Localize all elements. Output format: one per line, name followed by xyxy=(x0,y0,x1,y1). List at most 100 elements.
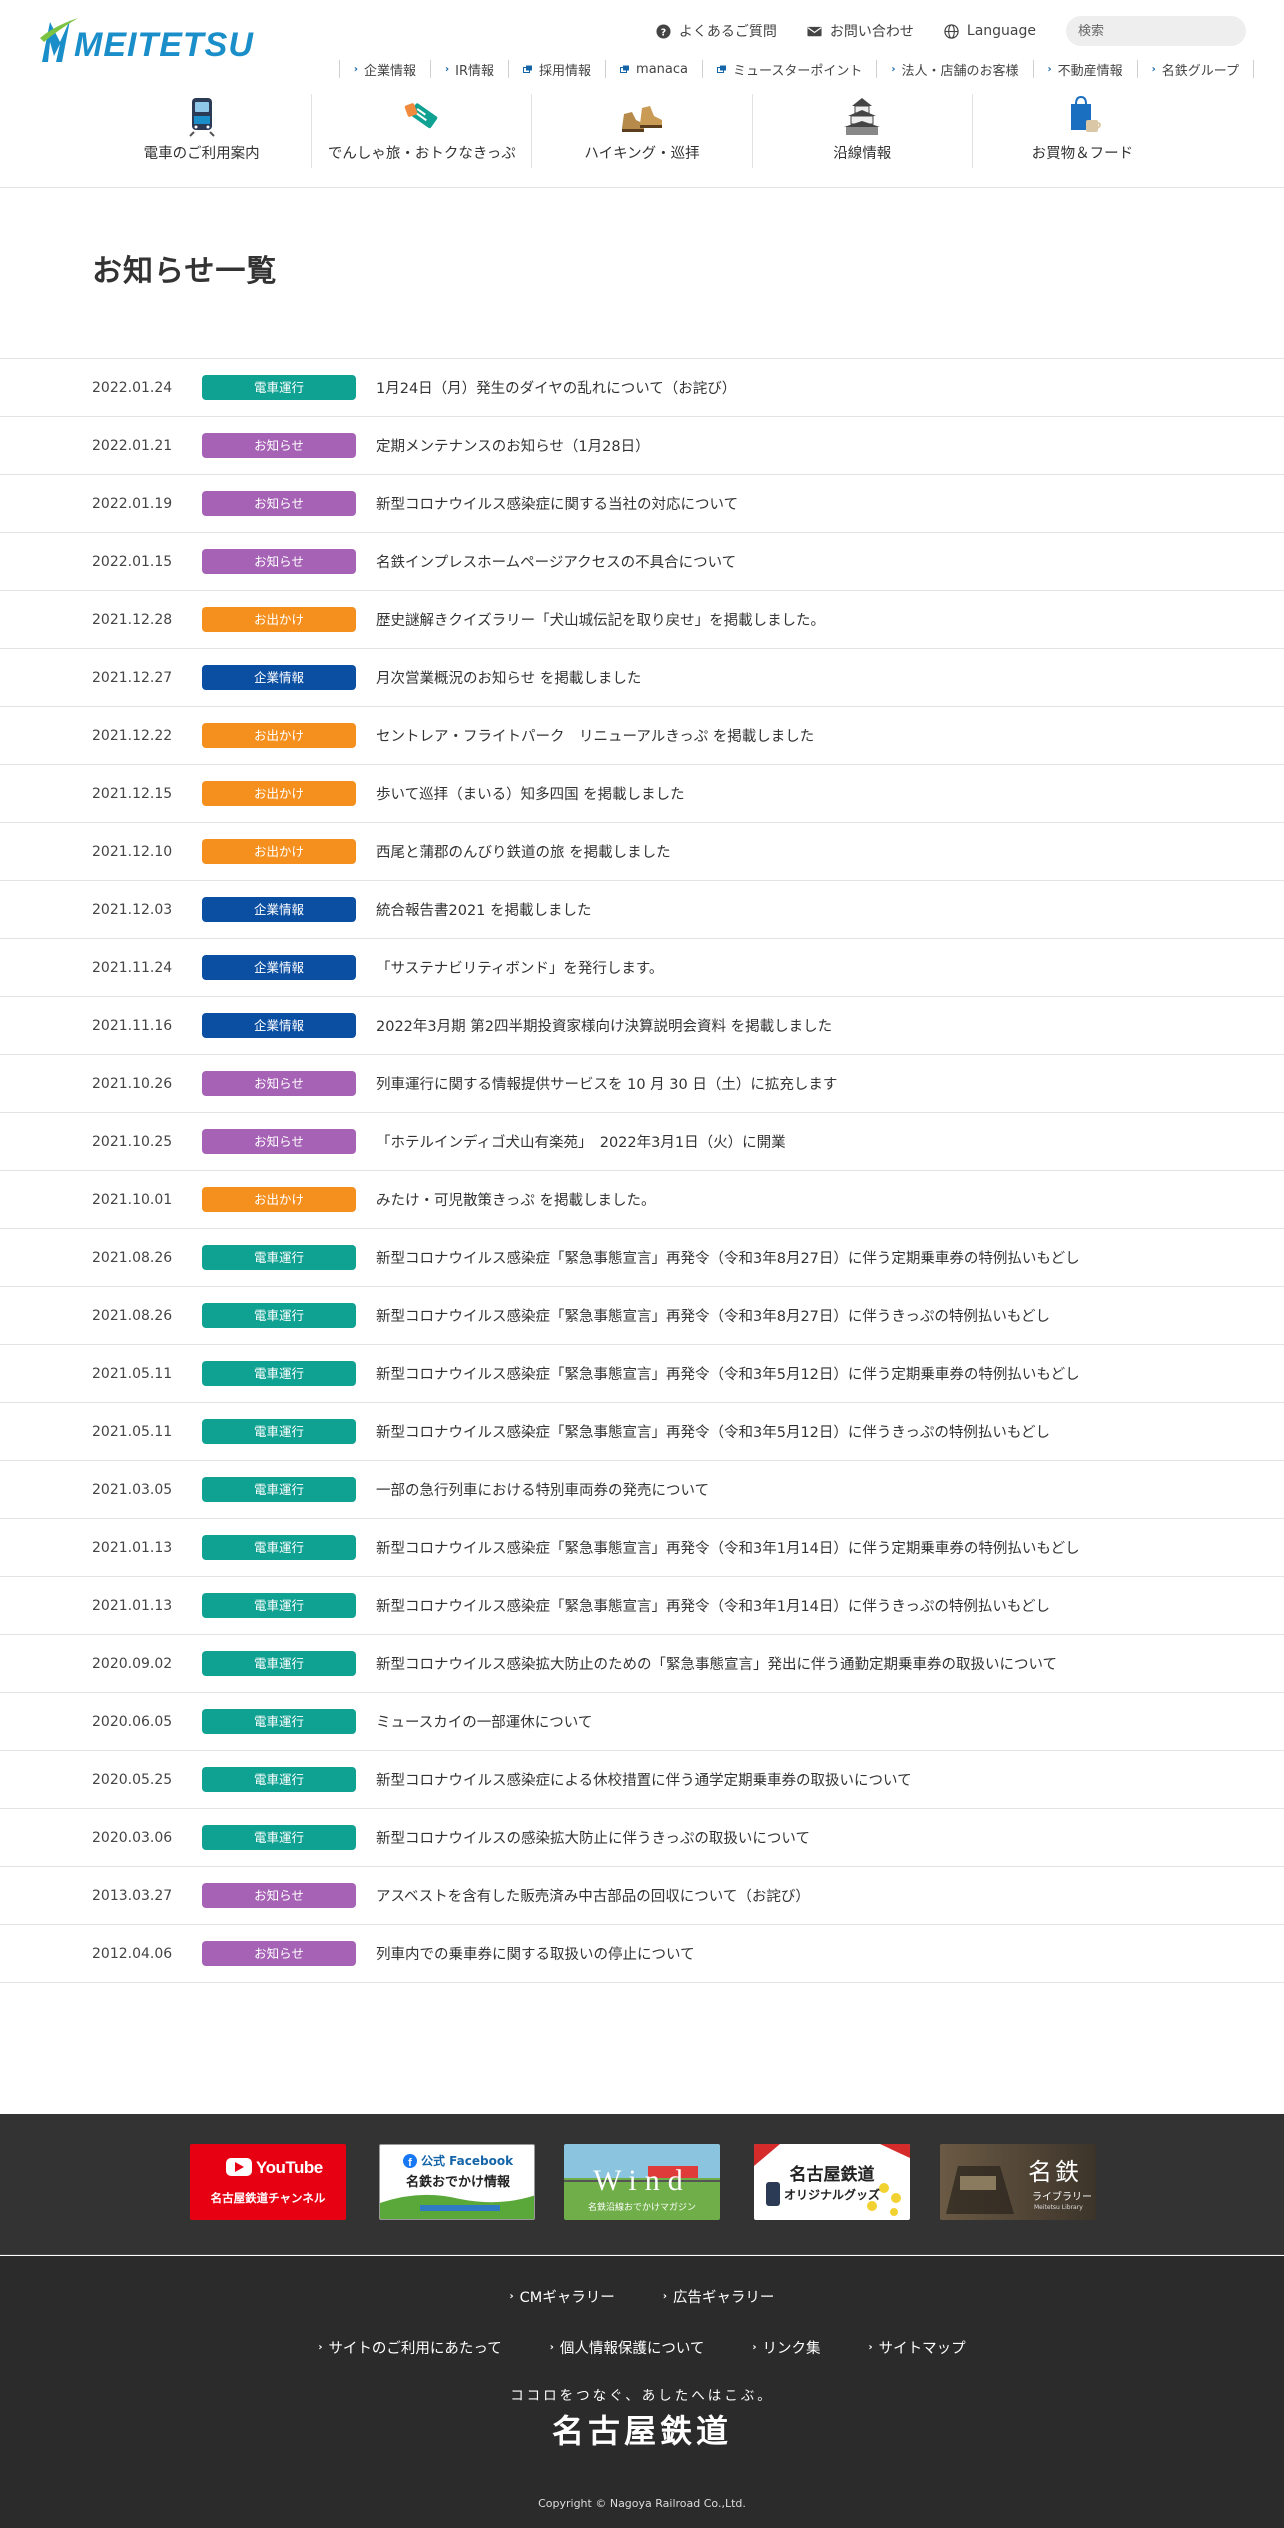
news-title: 新型コロナウイルス感染症「緊急事態宣言」再発令（令和3年8月27日）に伴う定期乗… xyxy=(376,1251,1080,1267)
mainnav-label: 沿線情報 xyxy=(833,146,892,162)
news-row[interactable]: 2020.03.06 電車運行 新型コロナウイルスの感染拡大防止に伴うきっぷの取扱い… xyxy=(0,1809,1284,1867)
wind-banner[interactable]: Wind 名鉄沿線おでかけマガジン xyxy=(564,2144,720,2220)
news-row[interactable]: 2021.12.28 お出かけ 歴史謎解きクイズラリー「犬山城伝記を取り戻せ」を掲載… xyxy=(0,591,1284,649)
subnav-corporate[interactable]: › 企業情報 xyxy=(338,60,430,79)
contact-label: お問い合わせ xyxy=(829,24,914,40)
subnav-manaca[interactable]: manaca xyxy=(605,60,702,78)
news-row[interactable]: 2021.08.26 電車運行 新型コロナウイルス感染症「緊急事態宣言」再発令（令和… xyxy=(0,1229,1284,1287)
news-title: 列車内での乗車券に関する取扱いの停止について xyxy=(376,1947,695,1963)
news-title: 2022年3月期 第2四半期投資家様向け決算説明会資料 を掲載しました xyxy=(376,1019,833,1035)
category-badge: 電車運行 xyxy=(202,1825,356,1850)
chevron-right-icon: › xyxy=(549,2342,554,2353)
news-row[interactable]: 2021.10.25 お知らせ 「ホテルインディゴ犬山有楽苑」 2022年3月1日（… xyxy=(0,1113,1284,1171)
subnav-realestate[interactable]: › 不動産情報 xyxy=(1032,60,1137,79)
news-row[interactable]: 2021.12.22 お出かけ セントレア・フライトパーク リニューアルきっぷ を掲… xyxy=(0,707,1284,765)
meitetsu-logo[interactable]: MEITETSU xyxy=(40,16,254,64)
news-row[interactable]: 2021.12.15 お出かけ 歩いて巡拝（まいる）知多四国 を掲載しました xyxy=(0,765,1284,823)
news-row[interactable]: 2021.08.26 電車運行 新型コロナウイルス感染症「緊急事態宣言」再発令（令和… xyxy=(0,1287,1284,1345)
library-banner[interactable]: 名鉄 ライブラリー Meitetsu Library xyxy=(940,2144,1096,2220)
news-date: 2021.05.11 xyxy=(92,1365,173,1382)
news-row[interactable]: 2020.05.25 電車運行 新型コロナウイルス感染症による休校措置に伴う通学定期… xyxy=(0,1751,1284,1809)
news-title: 一部の急行列車における特別車両券の発売について xyxy=(376,1483,710,1499)
mainnav-line-info[interactable]: 沿線情報 xyxy=(753,94,973,168)
youtube-banner[interactable]: YouTube 名古屋鉄道チャンネル xyxy=(190,2144,346,2220)
mainnav-label: でんしゃ旅・おトクなきっぷ xyxy=(327,146,516,162)
subnav-label: IR情報 xyxy=(455,63,495,79)
search-box xyxy=(1066,16,1248,46)
ticket-icon xyxy=(404,103,438,129)
search-input[interactable] xyxy=(1078,23,1248,39)
news-row[interactable]: 2021.12.03 企業情報 統合報告書2021 を掲載しました xyxy=(0,881,1284,939)
mainnav-hiking[interactable]: ハイキング・巡拝 xyxy=(532,94,753,168)
facebook-banner[interactable]: f 公式 Facebook 名鉄おでかけ情報 xyxy=(379,2144,535,2220)
news-row[interactable]: 2013.03.27 お知らせ アスベストを含有した販売済み中古部品の回収について（… xyxy=(0,1867,1284,1925)
category-badge: 電車運行 xyxy=(202,1651,356,1676)
chevron-right-icon: › xyxy=(318,2342,323,2353)
footer-link-privacy[interactable]: › 個人情報保護について xyxy=(550,2337,705,2358)
news-row[interactable]: 2021.01.13 電車運行 新型コロナウイルス感染症「緊急事態宣言」再発令（令和… xyxy=(0,1519,1284,1577)
subnav-business[interactable]: › 法人・店舗のお客様 xyxy=(876,60,1032,79)
subnav-musterpoint[interactable]: ミュースターポイント xyxy=(702,60,876,79)
mainnav-tickets[interactable]: でんしゃ旅・おトクなきっぷ xyxy=(312,94,533,168)
footer-link-links[interactable]: › リンク集 xyxy=(752,2337,820,2358)
news-row[interactable]: 2022.01.15 お知らせ 名鉄インプレスホームページアクセスの不具合について xyxy=(0,533,1284,591)
footer-tagline: ココロをつなぐ、あしたへはこぶ。 xyxy=(510,2388,774,2404)
news-list: 2022.01.24 電車運行 1月24日（月）発生のダイヤの乱れについて（お詫び）… xyxy=(0,358,1284,1983)
news-row[interactable]: 2021.11.16 企業情報 2022年3月期 第2四半期投資家様向け決算説明会資… xyxy=(0,997,1284,1055)
chevron-right-icon: › xyxy=(1151,63,1156,75)
subnav-group[interactable]: › 名鉄グループ xyxy=(1136,60,1254,79)
globe-icon xyxy=(944,23,959,39)
news-title: 新型コロナウイルス感染症「緊急事態宣言」再発令（令和3年5月12日）に伴うきっぷ… xyxy=(376,1425,1051,1441)
category-badge: 企業情報 xyxy=(202,1013,356,1038)
news-row[interactable]: 2022.01.21 お知らせ 定期メンテナンスのお知らせ（1月28日） xyxy=(0,417,1284,475)
news-row[interactable]: 2022.01.19 お知らせ 新型コロナウイルス感染症に関する当社の対応について xyxy=(0,475,1284,533)
mainnav-label: ハイキング・巡拝 xyxy=(584,146,700,162)
news-row[interactable]: 2021.11.24 企業情報 「サステナビリティボンド」を発行します。 xyxy=(0,939,1284,997)
footer-links-row2: › サイトのご利用にあたって › 個人情報保護について › リンク集 › サイトマップ xyxy=(0,2337,1284,2358)
news-row[interactable]: 2020.06.05 電車運行 ミュースカイの一部運休について xyxy=(0,1693,1284,1751)
subnav-ir[interactable]: › IR情報 xyxy=(430,60,508,79)
news-row[interactable]: 2020.09.02 電車運行 新型コロナウイルス感染拡大防止のための「緊急事態宣言… xyxy=(0,1635,1284,1693)
footer-corp-name[interactable]: 名古屋鉄道 xyxy=(0,2406,1284,2452)
news-row[interactable]: 2021.10.26 お知らせ 列車運行に関する情報提供サービスを 10 月 30 … xyxy=(0,1055,1284,1113)
faq-link[interactable]: ? よくあるご質問 xyxy=(656,21,777,41)
subnav-label: 採用情報 xyxy=(539,63,592,79)
news-title: 「ホテルインディゴ犬山有楽苑」 2022年3月1日（火）に開業 xyxy=(376,1135,786,1151)
news-row[interactable]: 2021.03.05 電車運行 一部の急行列車における特別車両券の発売について xyxy=(0,1461,1284,1519)
mainnav-label: 電車のご利用案内 xyxy=(143,146,260,162)
footer-links-row1: › CMギャラリー › 広告ギャラリー xyxy=(0,2286,1284,2307)
news-row[interactable]: 2021.12.27 企業情報 月次営業概況のお知らせ を掲載しました xyxy=(0,649,1284,707)
site-footer: › CMギャラリー › 広告ギャラリー › サイトのご利用にあたって › 個人情報保護に… xyxy=(0,2256,1284,2528)
contact-link[interactable]: お問い合わせ xyxy=(807,21,914,41)
footer-link-ad-gallery[interactable]: › 広告ギャラリー xyxy=(663,2286,775,2307)
footer-link-cm-gallery[interactable]: › CMギャラリー xyxy=(510,2286,615,2307)
subnav-recruit[interactable]: 採用情報 xyxy=(508,60,605,79)
news-date: 2012.04.06 xyxy=(92,1945,173,1962)
site-header: MEITETSU ? よくあるご質問 お問い合わせ Language › 企業情報… xyxy=(0,0,1284,188)
news-date: 2021.05.11 xyxy=(92,1423,173,1440)
category-badge: 企業情報 xyxy=(202,955,356,980)
news-row[interactable]: 2012.04.06 お知らせ 列車内での乗車券に関する取扱いの停止について xyxy=(0,1925,1284,1983)
goods-banner[interactable]: 名古屋鉄道 オリジナルグッズ xyxy=(754,2144,910,2220)
category-badge: 電車運行 xyxy=(202,1709,356,1734)
language-link[interactable]: Language xyxy=(944,23,1036,39)
news-row[interactable]: 2022.01.24 電車運行 1月24日（月）発生のダイヤの乱れについて（お詫び） xyxy=(0,359,1284,417)
category-badge: お出かけ xyxy=(202,781,356,806)
news-row[interactable]: 2021.10.01 お出かけ みたけ・可児散策きっぷ を掲載しました。 xyxy=(0,1171,1284,1229)
news-row[interactable]: 2021.05.11 電車運行 新型コロナウイルス感染症「緊急事態宣言」再発令（令和… xyxy=(0,1345,1284,1403)
logo-text: MEITETSU xyxy=(74,26,254,64)
category-badge: 電車運行 xyxy=(202,1361,356,1386)
mainnav-train-guide[interactable]: 電車のご利用案内 xyxy=(92,94,313,168)
news-title: 1月24日（月）発生のダイヤの乱れについて（お詫び） xyxy=(376,381,737,397)
news-row[interactable]: 2021.01.13 電車運行 新型コロナウイルス感染症「緊急事態宣言」再発令（令和… xyxy=(0,1577,1284,1635)
footer-link-sitemap[interactable]: › サイトマップ xyxy=(869,2337,966,2358)
category-badge: 電車運行 xyxy=(202,1593,356,1618)
main-nav: 電車のご利用案内 でんしゃ旅・おトクなきっぷ ハイキング・巡拝 沿線情報 お買物… xyxy=(92,94,1192,168)
news-title: 新型コロナウイルス感染症「緊急事態宣言」再発令（令和3年1月14日）に伴うきっぷ… xyxy=(376,1599,1051,1615)
news-row[interactable]: 2021.12.10 お出かけ 西尾と蒲郡のんびり鉄道の旅 を掲載しました xyxy=(0,823,1284,881)
mainnav-shopping[interactable]: お買物＆フード xyxy=(973,94,1192,168)
hiking-boots-icon xyxy=(622,106,662,132)
news-row[interactable]: 2021.05.11 電車運行 新型コロナウイルス感染症「緊急事態宣言」再発令（令和… xyxy=(0,1403,1284,1461)
footer-link-terms[interactable]: › サイトのご利用にあたって xyxy=(318,2337,501,2358)
copyright: Copyright © Nagoya Railroad Co.,Ltd. xyxy=(538,2497,746,2510)
